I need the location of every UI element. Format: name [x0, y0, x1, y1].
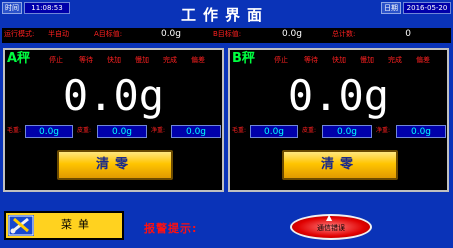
scale-a-tare-box: 0.0g: [97, 125, 147, 138]
page-title: 工作界面: [180, 6, 269, 24]
run-mode-value: 半自动: [48, 30, 69, 38]
scale-a-tare-label: 皮重:: [77, 127, 92, 134]
b-target-label: B目标值:: [213, 30, 242, 38]
time-value: 11:08:53: [24, 2, 70, 14]
scale-a-status-stop: 停止: [49, 56, 63, 64]
scale-a-clear-button[interactable]: 清零: [57, 150, 173, 180]
scale-b-tare-value: 0.0g: [336, 127, 358, 137]
scale-a-gross-box: 0.0g: [25, 125, 73, 138]
a-target-label: A目标值:: [94, 30, 123, 38]
scale-a-net-value: 0.0g: [185, 127, 207, 137]
scale-b-net-value: 0.0g: [410, 127, 432, 137]
alarm-status-indicator[interactable]: ▲ 通信错误: [290, 213, 372, 240]
scale-a-gross-label: 毛重:: [7, 127, 22, 134]
total-count-label: 总计数:: [332, 30, 356, 38]
scale-b-tare-label: 皮重:: [302, 127, 317, 134]
scale-a-status-wait: 等待: [79, 56, 93, 64]
time-label: 时间: [2, 2, 22, 14]
a-target-value[interactable]: 0.0g: [130, 28, 184, 41]
scale-b-panel: B秤 停止 等待 快加 慢加 完成 偏差 0.0g 毛重: 0.0g 皮重: 0…: [228, 48, 449, 192]
scale-a-panel: A秤 停止 等待 快加 慢加 完成 偏差 0.0g 毛重: 0.0g 皮重: 0…: [3, 48, 224, 192]
scale-a-tare-value: 0.0g: [111, 127, 133, 137]
scale-a-gross-value: 0.0g: [38, 127, 60, 137]
run-mode-label: 运行模式:: [4, 30, 35, 38]
total-count-value: 0: [405, 29, 411, 39]
date-value: 2016-05-20: [403, 2, 451, 14]
scale-b-status-wait: 等待: [304, 56, 318, 64]
scale-b-name: B秤: [232, 51, 255, 66]
info-bar: 运行模式: 半自动 A目标值: 0.0g B目标值: 0.0g 总计数: 0: [2, 28, 451, 43]
scale-b-status-done: 完成: [388, 56, 402, 64]
scale-b-net-box: 0.0g: [396, 125, 446, 138]
scale-a-status-deviation: 偏差: [191, 56, 205, 64]
scale-b-net-label: 净重:: [376, 127, 391, 134]
tools-icon: [8, 215, 34, 236]
scale-b-weight: 0.0g: [287, 71, 390, 120]
scale-b-clear-button[interactable]: 清零: [282, 150, 398, 180]
scale-a-net-box: 0.0g: [171, 125, 221, 138]
scale-b-status-fast: 快加: [332, 56, 346, 64]
scale-b-gross-box: 0.0g: [250, 125, 298, 138]
scale-a-status-fast: 快加: [107, 56, 121, 64]
scale-a-status-done: 完成: [163, 56, 177, 64]
scale-b-tare-box: 0.0g: [322, 125, 372, 138]
scale-a-status-slow: 慢加: [135, 56, 149, 64]
menu-button[interactable]: 菜单: [4, 211, 124, 240]
b-target-value[interactable]: 0.0g: [249, 28, 305, 41]
date-label: 日期: [381, 2, 401, 14]
scale-b-status-stop: 停止: [274, 56, 288, 64]
scale-a-net-label: 净重:: [151, 127, 166, 134]
scale-a-weight: 0.0g: [62, 71, 165, 120]
scale-b-gross-value: 0.0g: [263, 127, 285, 137]
alarm-label: 报警提示:: [144, 222, 198, 235]
scale-b-gross-label: 毛重:: [232, 127, 247, 134]
scale-b-status-slow: 慢加: [360, 56, 374, 64]
alarm-status-text: 通信错误: [317, 224, 345, 232]
scale-a-name: A秤: [7, 51, 31, 66]
menu-label: 菜单: [61, 218, 95, 231]
scale-b-status-deviation: 偏差: [416, 56, 430, 64]
